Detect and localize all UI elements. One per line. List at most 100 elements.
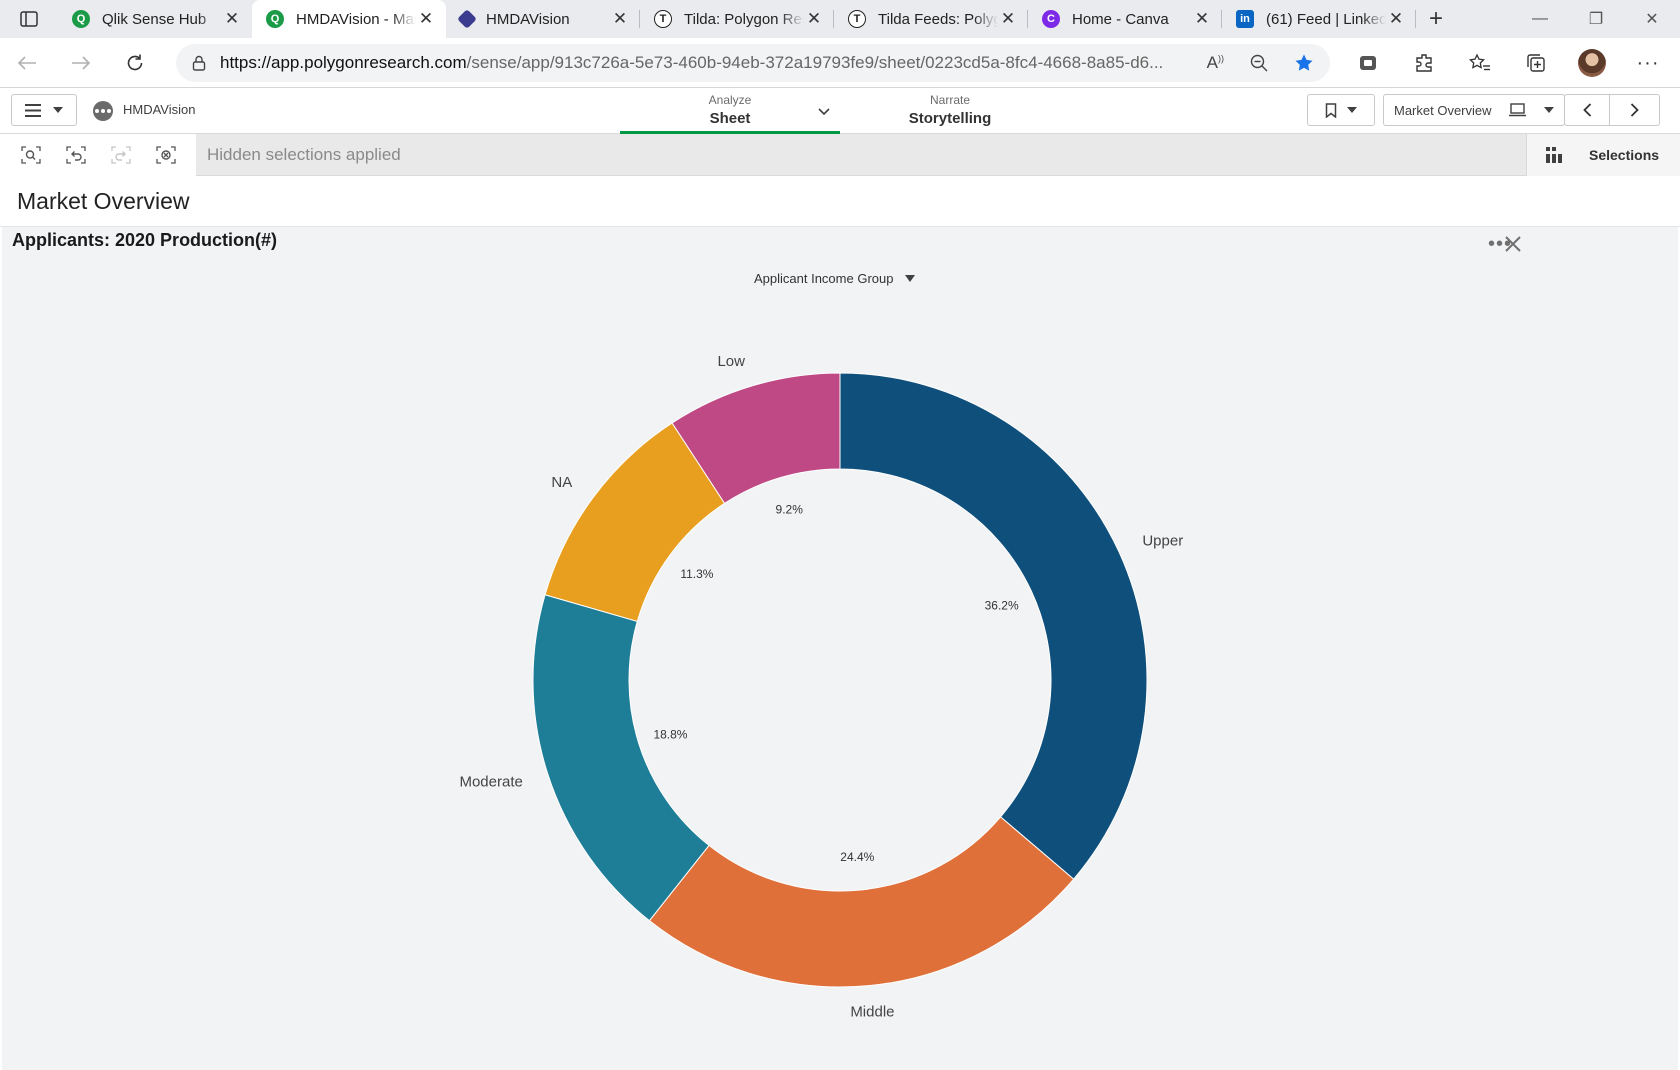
chevron-down-icon[interactable]	[818, 108, 830, 116]
new-tab-button[interactable]: +	[1416, 0, 1456, 38]
close-icon[interactable]	[1504, 233, 1522, 259]
collections-icon[interactable]	[1508, 38, 1564, 88]
lock-icon[interactable]	[192, 55, 206, 71]
app-header: HMDAVision Analyze Sheet Narrate Storyte…	[0, 88, 1680, 134]
close-tab-icon[interactable]: ✕	[1386, 9, 1406, 29]
app-name: HMDAVision	[123, 102, 196, 117]
browser-toolbar: https://app.polygonresearch.com/sense/ap…	[0, 38, 1680, 88]
next-sheet-button[interactable]	[1610, 94, 1660, 126]
donut-slice-upper[interactable]	[839, 372, 1148, 880]
extensions-icon[interactable]	[1396, 38, 1452, 88]
browser-tab[interactable]: Q HMDAVision - Market Overview✕	[252, 0, 446, 38]
browser-tab-title: Tilda: Polygon Research	[684, 10, 804, 28]
address-bar[interactable]: https://app.polygonresearch.com/sense/ap…	[176, 44, 1330, 82]
hamburger-icon	[25, 103, 41, 117]
narrate-label: Narrate	[929, 93, 970, 107]
donut-slice-middle[interactable]	[648, 816, 1075, 988]
selections-grid-icon	[1546, 147, 1562, 163]
close-tab-icon[interactable]: ✕	[1192, 9, 1212, 29]
minimize-icon[interactable]: —	[1512, 0, 1568, 38]
chart-panel[interactable]: Upper 36.2% Middle 24.4% Moderate 18.8% NA 11.3…	[2, 227, 1678, 1070]
smart-search-icon[interactable]	[20, 146, 41, 164]
browser-tab[interactable]: C Home - Canva ✕	[1028, 0, 1222, 38]
chevron-left-icon	[1582, 103, 1591, 117]
clear-selections-icon[interactable]	[155, 146, 176, 164]
hexagon-icon	[457, 9, 477, 29]
browser-tab[interactable]: in (61) Feed | LinkedIn✕	[1222, 0, 1416, 38]
close-tab-icon[interactable]: ✕	[610, 9, 630, 29]
donut-chart[interactable]: Upper 36.2% Middle 24.4% Moderate 18.8% NA 11.3…	[2, 227, 1678, 1070]
avatar	[1578, 49, 1606, 77]
back-button[interactable]	[0, 38, 54, 88]
storytelling-label: Storytelling	[908, 110, 992, 127]
slice-category-label: Low	[717, 353, 745, 370]
app-logo-icon	[93, 101, 113, 121]
caret-down-icon	[1347, 107, 1357, 113]
chevron-right-icon	[1630, 103, 1639, 117]
browser-tab-title: HMDAVision - Market Overview	[296, 10, 416, 28]
forward-button[interactable]	[54, 38, 108, 88]
linkedin-icon: in	[1236, 10, 1254, 28]
sheet-selector-label: Market Overview	[1394, 102, 1492, 118]
tilda-icon: T	[848, 10, 866, 28]
browser-tab[interactable]: HMDAVision ✕	[446, 0, 640, 38]
tilda-icon: T	[654, 10, 672, 28]
restore-icon[interactable]: ❐	[1568, 0, 1624, 38]
previous-sheet-button[interactable]	[1564, 94, 1610, 126]
browser-tab-title: Tilda Feeds: Polygon	[878, 10, 998, 28]
browser-tab-title: (61) Feed | LinkedIn	[1266, 10, 1386, 28]
close-tab-icon[interactable]: ✕	[998, 9, 1018, 29]
zoom-out-icon[interactable]	[1250, 54, 1268, 72]
refresh-icon	[127, 54, 143, 70]
analyze-label: Analyze	[708, 93, 752, 107]
browser-tab[interactable]: T Tilda Feeds: Polygon✕	[834, 0, 1028, 38]
browser-tab[interactable]: Q Qlik Sense Hub ✕	[58, 0, 252, 38]
selections-tool-button[interactable]: Selections	[1526, 134, 1680, 176]
read-aloud-icon[interactable]: A))	[1207, 53, 1224, 73]
slice-value-label: 9.2%	[776, 502, 804, 516]
hidden-selections-text: Hidden selections applied	[207, 145, 401, 164]
refresh-button[interactable]	[108, 38, 162, 88]
profile-avatar[interactable]	[1564, 38, 1620, 88]
caret-down-icon	[53, 107, 63, 113]
slice-category-label: Middle	[850, 1003, 894, 1020]
dimension-selector[interactable]: Applicant Income Group	[754, 271, 916, 286]
caret-down-icon	[905, 275, 916, 282]
bookmark-icon	[1325, 102, 1337, 118]
sheet-device-icon	[1508, 103, 1526, 117]
close-tab-icon[interactable]: ✕	[222, 9, 242, 29]
browser-menu-icon[interactable]: ···	[1620, 38, 1676, 88]
browser-tab[interactable]: T Tilda: Polygon Research✕	[640, 0, 834, 38]
step-back-icon[interactable]	[65, 146, 86, 164]
sheet-label: Sheet	[709, 110, 751, 127]
close-tab-icon[interactable]: ✕	[804, 9, 824, 29]
url-path: /sense/app/913c726a-5e73-460b-94eb-372a1…	[466, 53, 1164, 72]
canva-icon: C	[1042, 10, 1060, 28]
selections-label: Selections	[1589, 147, 1660, 163]
slice-value-label: 24.4%	[840, 850, 874, 864]
slice-category-label: Upper	[1142, 532, 1183, 549]
close-tab-icon[interactable]: ✕	[416, 9, 436, 29]
extension-app-icon[interactable]	[1340, 38, 1396, 88]
slice-category-label: Moderate	[459, 774, 522, 791]
chart-title: Applicants: 2020 Production(#)	[12, 230, 278, 250]
url-text[interactable]: https://app.polygonresearch.com/sense/ap…	[220, 53, 1180, 73]
global-menu-button[interactable]	[11, 94, 77, 126]
tab-narrate-storytelling[interactable]: Narrate Storytelling	[840, 88, 1060, 134]
back-arrow-icon	[17, 55, 36, 70]
tab-separator	[1415, 10, 1416, 28]
sheet-selector-button[interactable]: Market Overview	[1383, 94, 1565, 126]
tab-actions-icon[interactable]	[0, 0, 58, 38]
favorites-icon[interactable]	[1452, 38, 1508, 88]
tab-analyze-sheet[interactable]: Analyze Sheet	[620, 88, 840, 134]
bookmarks-button[interactable]	[1307, 94, 1375, 126]
dimension-selector-label: Applicant Income Group	[754, 271, 894, 286]
caret-down-icon	[1544, 107, 1554, 113]
donut-slice-moderate[interactable]	[532, 594, 710, 922]
step-forward-icon	[110, 146, 131, 164]
browser-tab-title: Qlik Sense Hub	[102, 10, 207, 28]
browser-tab-title: Home - Canva	[1072, 10, 1169, 28]
slice-category-label: NA	[551, 474, 572, 491]
close-window-icon[interactable]: ✕	[1624, 0, 1680, 38]
favorite-star-icon[interactable]	[1294, 53, 1314, 73]
